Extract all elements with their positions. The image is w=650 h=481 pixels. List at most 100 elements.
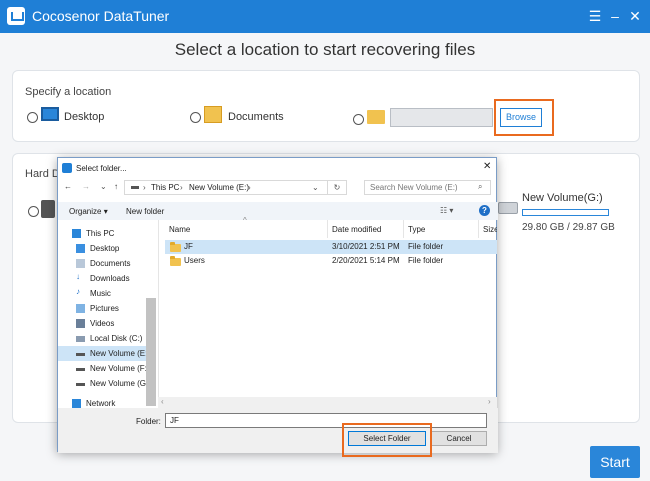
nav-scrollbar[interactable] [146,298,156,406]
file-row-jf[interactable]: JF 3/10/2021 2:51 PM File folder [165,240,497,254]
documents-label: Documents [228,111,284,123]
organize-button[interactable]: Organize ▾ [69,207,108,216]
address-bar[interactable]: › This PC › New Volume (E:) › ⌄ ↻ [124,180,347,195]
windows-drive-icon [76,336,85,342]
dialog-app-icon [62,163,72,173]
pane-divider [158,220,159,408]
nav-new-volume-e[interactable]: New Volume (E:) [58,346,150,361]
browse-button[interactable]: Browse [500,108,542,127]
column-date[interactable]: Date modified [332,225,381,234]
search-box[interactable]: Search New Volume (E:) ⌕ [364,180,491,195]
desktop-label: Desktop [64,111,105,123]
scroll-right-icon[interactable]: › [488,397,491,406]
hard-disk-label: Hard D [25,168,60,180]
refresh-icon[interactable]: ↻ [327,181,346,194]
download-icon: ↓ [76,272,80,281]
drive-c-radio[interactable] [28,206,39,217]
help-icon[interactable]: ? [479,205,490,216]
desktop-icon [41,107,59,121]
nav-label: Videos [90,319,115,328]
folder-icon [170,256,181,266]
folder-input[interactable]: JF [165,413,487,428]
forward-icon[interactable]: → [82,182,90,191]
drive-icon [76,383,85,386]
nav-desktop[interactable]: Desktop [58,241,146,256]
view-options-icon[interactable]: ☷ ▾ [440,206,453,215]
app-titlebar: Cocosenor DataTuner ☰ – ✕ [0,0,650,33]
custom-location-radio[interactable] [353,114,364,125]
file-type: File folder [408,242,444,251]
close-icon[interactable]: ✕ [625,6,645,26]
nav-documents[interactable]: Documents [58,256,146,271]
videos-icon [76,319,85,328]
path-sep-icon: › [143,183,146,192]
path-this-pc[interactable]: This PC [151,183,179,192]
scroll-left-icon[interactable]: ‹ [161,397,164,406]
up-icon[interactable]: ↑ [114,182,118,191]
recent-icon[interactable]: ⌄ [100,182,107,191]
app-logo-icon [7,7,25,25]
page-title: Select a location to start recovering fi… [174,40,476,59]
column-divider [478,220,479,238]
nav-this-pc[interactable]: This PC [58,226,146,241]
nav-label: Desktop [90,244,120,253]
pictures-icon [76,304,85,313]
start-button[interactable]: Start [590,446,640,478]
column-name[interactable]: Name [169,225,190,234]
app-title: Cocosenor DataTuner [32,8,170,24]
file-date: 2/20/2021 5:14 PM [332,256,400,265]
nav-pictures[interactable]: Pictures [58,301,146,316]
nav-label: Pictures [90,304,119,313]
dialog-close-icon[interactable]: ✕ [483,161,491,172]
folder-label: Folder: [136,417,161,426]
network-icon [72,399,81,408]
nav-label: Downloads [90,274,130,283]
nav-label: New Volume (F:) [90,364,150,373]
documents-radio[interactable] [190,112,201,123]
minimize-icon[interactable]: – [605,6,625,26]
file-type: File folder [408,256,444,265]
select-folder-highlight [342,423,432,457]
nav-music[interactable]: ♪ Music [58,286,146,301]
horizontal-scrollbar[interactable]: ‹ › [158,397,497,408]
file-row-users[interactable]: Users 2/20/2021 5:14 PM File folder [165,254,497,268]
computer-icon [72,229,81,238]
drive-g-icon [498,202,518,214]
column-size[interactable]: Size [483,225,497,234]
nav-local-disk-c[interactable]: Local Disk (C:) [58,331,146,346]
menu-icon[interactable]: ☰ [585,6,605,26]
new-folder-button[interactable]: New folder [126,207,164,216]
drive-icon [76,353,85,356]
specify-location-label: Specify a location [25,86,112,98]
nav-label: New Volume (E:) [90,349,151,358]
drive-icon [76,368,85,371]
drive-g-usage-bar [522,209,609,216]
select-folder-dialog: Select folder... ✕ ← → ⌄ ↑ › This PC › N… [57,157,498,453]
music-icon: ♪ [76,287,80,296]
desktop-radio[interactable] [27,112,38,123]
column-divider [327,220,328,238]
path-dropdown-icon[interactable]: ⌄ [312,183,319,192]
dialog-title: Select folder... [76,164,127,173]
sort-indicator-icon: ^ [243,216,247,225]
column-type[interactable]: Type [408,225,425,234]
nav-network[interactable]: Network [58,396,146,408]
search-icon: ⌕ [478,182,483,191]
file-name: Users [184,256,205,265]
path-sep-icon: › [248,183,251,192]
path-volume[interactable]: New Volume (E:) [189,183,249,192]
nav-videos[interactable]: Videos [58,316,146,331]
path-sep-icon: › [180,183,183,192]
cancel-button[interactable]: Cancel [431,431,487,446]
file-name: JF [184,242,193,251]
nav-downloads[interactable]: ↓ Downloads [58,271,146,286]
nav-new-volume-g[interactable]: New Volume (G: [58,376,148,391]
nav-new-volume-f[interactable]: New Volume (F:) [58,361,150,376]
drive-g-name: New Volume(G:) [522,192,603,204]
documents-icon [76,259,85,268]
nav-label: Documents [90,259,131,268]
nav-label: Music [90,289,111,298]
back-icon[interactable]: ← [64,182,72,191]
location-path-input[interactable] [390,108,493,127]
folder-icon [367,110,385,124]
